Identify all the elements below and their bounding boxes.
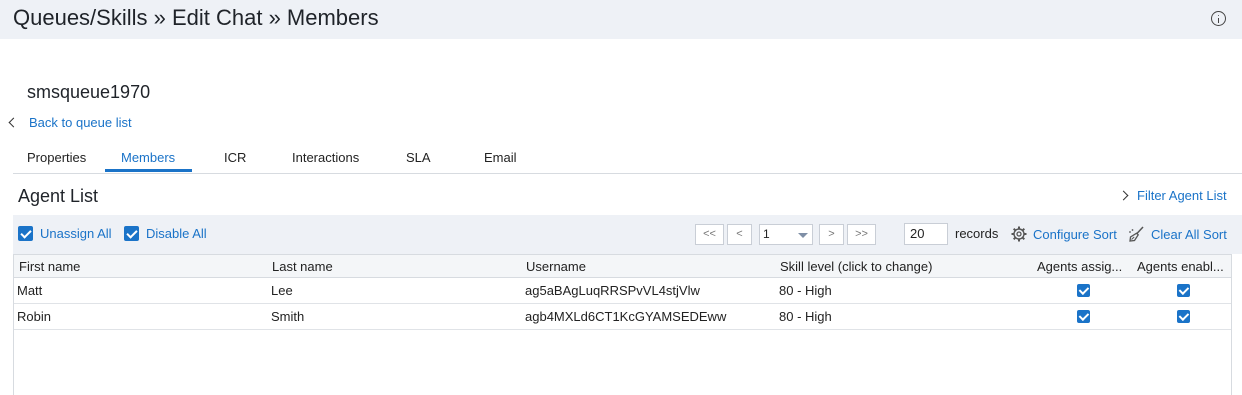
agent-list-title: Agent List [18,186,99,206]
column-header-agents-assigned[interactable]: Agents assig... [1037,259,1122,274]
tab-interactions[interactable]: Interactions [292,150,359,165]
queue-name: smsqueue1970 [27,82,151,102]
cell-last-name: Smith [271,309,305,324]
tab-email[interactable]: Email [484,150,517,165]
configure-sort-button[interactable]: Configure Sort [1011,226,1117,242]
back-link-label: Back to queue list [29,115,132,130]
previous-page-button[interactable]: < [727,224,752,245]
disable-all-label: Disable All [146,226,207,241]
next-page-button[interactable]: > [819,224,844,245]
column-header-first-name[interactable]: First name [19,259,80,274]
page-select[interactable]: 1 [759,224,813,245]
agent-assigned-checkbox[interactable] [1077,284,1090,297]
unassign-all-label: Unassign All [40,226,112,241]
filter-agent-list-link[interactable]: Filter Agent List [1118,188,1227,203]
column-header-username[interactable]: Username [526,259,586,274]
table-row: Matt Lee ag5aBAgLuqRRSPvVL4stjVlw 80 - H… [14,278,1231,304]
column-header-skill-level[interactable]: Skill level (click to change) [780,259,932,274]
tab-properties[interactable]: Properties [27,150,86,165]
agent-enabled-checkbox[interactable] [1177,310,1190,323]
clear-all-sort-label: Clear All Sort [1151,226,1227,242]
records-label: records [955,226,999,241]
unassign-all-toggle[interactable]: Unassign All [18,226,112,241]
info-icon[interactable] [1211,11,1226,26]
column-header-last-name[interactable]: Last name [272,259,333,274]
cell-first-name: Matt [17,283,43,298]
last-page-button[interactable]: >> [847,224,876,245]
cell-username: ag5aBAgLuqRRSPvVL4stjVlw [525,283,700,298]
disable-all-toggle[interactable]: Disable All [124,226,207,241]
unassign-all-checkbox[interactable] [18,226,33,241]
configure-sort-label: Configure Sort [1033,226,1117,242]
agent-enabled-checkbox[interactable] [1177,284,1190,297]
agent-list-toolbar: Unassign All Disable All << < 1 > >> 20 … [13,215,1242,254]
chevron-left-icon [8,117,19,128]
active-tab-indicator [105,169,192,172]
agent-table: First name Last name Username Skill leve… [13,254,1232,395]
cell-skill-level[interactable]: 80 - High [779,283,832,298]
page-header: Queues/Skills » Edit Chat » Members [0,0,1242,39]
tab-members[interactable]: Members [121,150,175,165]
table-header: First name Last name Username Skill leve… [14,254,1231,278]
tab-icr[interactable]: ICR [224,150,246,165]
first-page-button[interactable]: << [695,224,724,245]
brush-icon [1129,226,1144,242]
agent-assigned-checkbox[interactable] [1077,310,1090,323]
chevron-down-icon [798,233,808,238]
tab-sla[interactable]: SLA [406,150,431,165]
page-title: Queues/Skills » Edit Chat » Members [13,5,379,30]
back-to-queue-list-link[interactable]: Back to queue list [8,115,132,130]
cell-last-name: Lee [271,283,293,298]
disable-all-checkbox[interactable] [124,226,139,241]
chevron-right-icon [1118,190,1129,201]
gear-icon [1011,226,1027,242]
page-select-value: 1 [763,227,770,241]
clear-all-sort-button[interactable]: Clear All Sort [1128,226,1227,242]
tab-bar: Properties Members ICR Interactions SLA … [13,145,1242,174]
column-header-agents-enabled[interactable]: Agents enabl... [1137,259,1224,274]
table-row: Robin Smith agb4MXLd6CT1KcGYAMSEDEww 80 … [14,304,1231,330]
records-per-page-input[interactable]: 20 [904,223,948,245]
cell-skill-level[interactable]: 80 - High [779,309,832,324]
cell-first-name: Robin [17,309,51,324]
filter-link-label: Filter Agent List [1137,188,1227,203]
cell-username: agb4MXLd6CT1KcGYAMSEDEww [525,309,727,324]
